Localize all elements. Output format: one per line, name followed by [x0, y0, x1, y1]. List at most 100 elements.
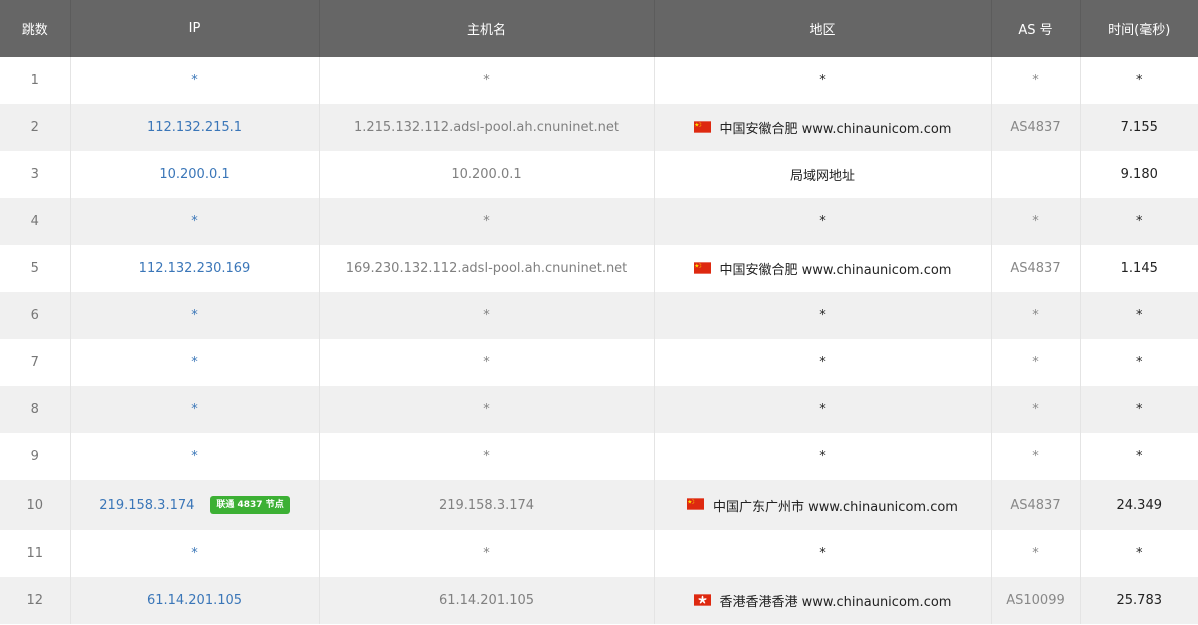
- ip-link[interactable]: 219.158.3.174: [99, 498, 194, 513]
- as-number-link[interactable]: *: [1032, 546, 1039, 561]
- table-row: 4 * * * * *: [0, 198, 1198, 245]
- ip-cell: 112.132.215.1: [70, 104, 320, 151]
- china-flag-icon: [693, 261, 711, 274]
- hop-number: 5: [30, 261, 39, 276]
- hop-number: 11: [26, 546, 44, 561]
- ip-link[interactable]: 10.200.0.1: [159, 167, 229, 182]
- china-flag-icon: [693, 120, 711, 133]
- time-value: 1.145: [1120, 261, 1158, 276]
- time-cell: 25.783: [1080, 577, 1198, 624]
- region-cell: *: [654, 198, 992, 245]
- time-cell: *: [1080, 339, 1198, 386]
- hostname-text: *: [483, 355, 490, 370]
- ip-link[interactable]: 61.14.201.105: [147, 593, 242, 608]
- time-value: *: [1136, 214, 1143, 229]
- time-cell: 9.180: [1080, 151, 1198, 198]
- region-cell: *: [654, 433, 992, 480]
- time-cell: 1.145: [1080, 245, 1198, 292]
- as-cell: [991, 151, 1081, 198]
- table-row: 9 * * * * *: [0, 433, 1198, 480]
- as-number-link[interactable]: *: [1032, 355, 1039, 370]
- region-cell: 中国安徽合肥 www.chinaunicom.com: [654, 245, 992, 292]
- as-number-link[interactable]: AS10099: [1006, 593, 1065, 608]
- table-row: 11 * * * * *: [0, 530, 1198, 577]
- column-header-hostname[interactable]: 主机名: [319, 0, 655, 57]
- as-number-link[interactable]: AS4837: [1010, 120, 1060, 135]
- hop-number: 9: [30, 449, 39, 464]
- column-header-time-ms[interactable]: 时间(毫秒): [1080, 0, 1198, 57]
- as-number-link[interactable]: *: [1032, 214, 1039, 229]
- as-number-link[interactable]: AS4837: [1010, 261, 1060, 276]
- table-row: 5 112.132.230.169 169.230.132.112.adsl-p…: [0, 245, 1198, 292]
- hop-cell: 10: [0, 480, 71, 530]
- region-cell: 中国安徽合肥 www.chinaunicom.com: [654, 104, 992, 151]
- as-number-link[interactable]: *: [1032, 73, 1039, 88]
- column-header-hop[interactable]: 跳数: [0, 0, 71, 57]
- hop-cell: 1: [0, 57, 71, 104]
- hostname-text: *: [483, 449, 490, 464]
- table-row: 10 219.158.3.174 联通 4837 节点 219.158.3.174…: [0, 480, 1198, 530]
- region-cell: *: [654, 530, 992, 577]
- time-cell: *: [1080, 57, 1198, 104]
- ip-link[interactable]: *: [191, 449, 198, 464]
- ip-link[interactable]: *: [191, 546, 198, 561]
- as-cell: *: [991, 198, 1081, 245]
- as-cell: *: [991, 57, 1081, 104]
- hop-number: 12: [26, 593, 44, 608]
- as-cell: *: [991, 386, 1081, 433]
- table-row: 6 * * * * *: [0, 292, 1198, 339]
- time-value: *: [1136, 546, 1143, 561]
- as-cell: *: [991, 339, 1081, 386]
- time-cell: *: [1080, 386, 1198, 433]
- hop-cell: 8: [0, 386, 71, 433]
- region-text: *: [819, 308, 826, 323]
- as-cell: AS4837: [991, 104, 1081, 151]
- ip-cell: *: [70, 198, 320, 245]
- time-value: *: [1136, 73, 1143, 88]
- ip-link[interactable]: *: [191, 214, 198, 229]
- as-number-link[interactable]: *: [1032, 308, 1039, 323]
- as-number-link[interactable]: AS4837: [1010, 498, 1060, 513]
- as-number-link[interactable]: *: [1032, 402, 1039, 417]
- ip-link[interactable]: *: [191, 308, 198, 323]
- ip-link[interactable]: 112.132.230.169: [139, 261, 251, 276]
- region-text: *: [819, 214, 826, 229]
- region-cell: 中国广东广州市 www.chinaunicom.com: [654, 480, 992, 530]
- time-value: 24.349: [1116, 497, 1163, 513]
- column-header-as-number[interactable]: AS 号: [991, 0, 1081, 57]
- ip-cell: 112.132.230.169: [70, 245, 320, 292]
- table-row: 2 112.132.215.1 1.215.132.112.adsl-pool.…: [0, 104, 1198, 151]
- ip-link[interactable]: *: [191, 402, 198, 417]
- as-number-link[interactable]: *: [1032, 449, 1039, 464]
- time-value: 25.783: [1116, 593, 1163, 608]
- hostname-cell: 219.158.3.174: [319, 480, 655, 530]
- region-cell: *: [654, 339, 992, 386]
- time-cell: 7.155: [1080, 104, 1198, 151]
- column-header-region[interactable]: 地区: [654, 0, 992, 57]
- table-row: 1 * * * * *: [0, 57, 1198, 104]
- as-cell: *: [991, 530, 1081, 577]
- hop-cell: 3: [0, 151, 71, 198]
- time-value: 9.180: [1120, 167, 1158, 182]
- hostname-cell: 61.14.201.105: [319, 577, 655, 624]
- hostname-cell: *: [319, 57, 655, 104]
- table-row: 12 61.14.201.105 61.14.201.105 香港香港香港 ww…: [0, 577, 1198, 624]
- hostname-text: 1.215.132.112.adsl-pool.ah.cnuninet.net: [353, 120, 620, 135]
- region-text: 局域网地址: [789, 169, 855, 184]
- hostname-cell: *: [319, 386, 655, 433]
- region-cell: 香港香港香港 www.chinaunicom.com: [654, 577, 992, 624]
- time-value: 7.155: [1120, 120, 1158, 135]
- region-cell: *: [654, 386, 992, 433]
- hop-cell: 6: [0, 292, 71, 339]
- column-header-ip[interactable]: IP: [70, 0, 320, 57]
- node-badge: 联通 4837 节点: [210, 496, 290, 514]
- region-text: *: [819, 546, 826, 561]
- hop-cell: 11: [0, 530, 71, 577]
- hostname-text: *: [483, 402, 490, 417]
- hop-cell: 12: [0, 577, 71, 624]
- table-row: 7 * * * * *: [0, 339, 1198, 386]
- hop-number: 8: [30, 402, 39, 417]
- ip-link[interactable]: *: [191, 355, 198, 370]
- ip-link[interactable]: 112.132.215.1: [147, 120, 242, 135]
- ip-link[interactable]: *: [191, 73, 198, 88]
